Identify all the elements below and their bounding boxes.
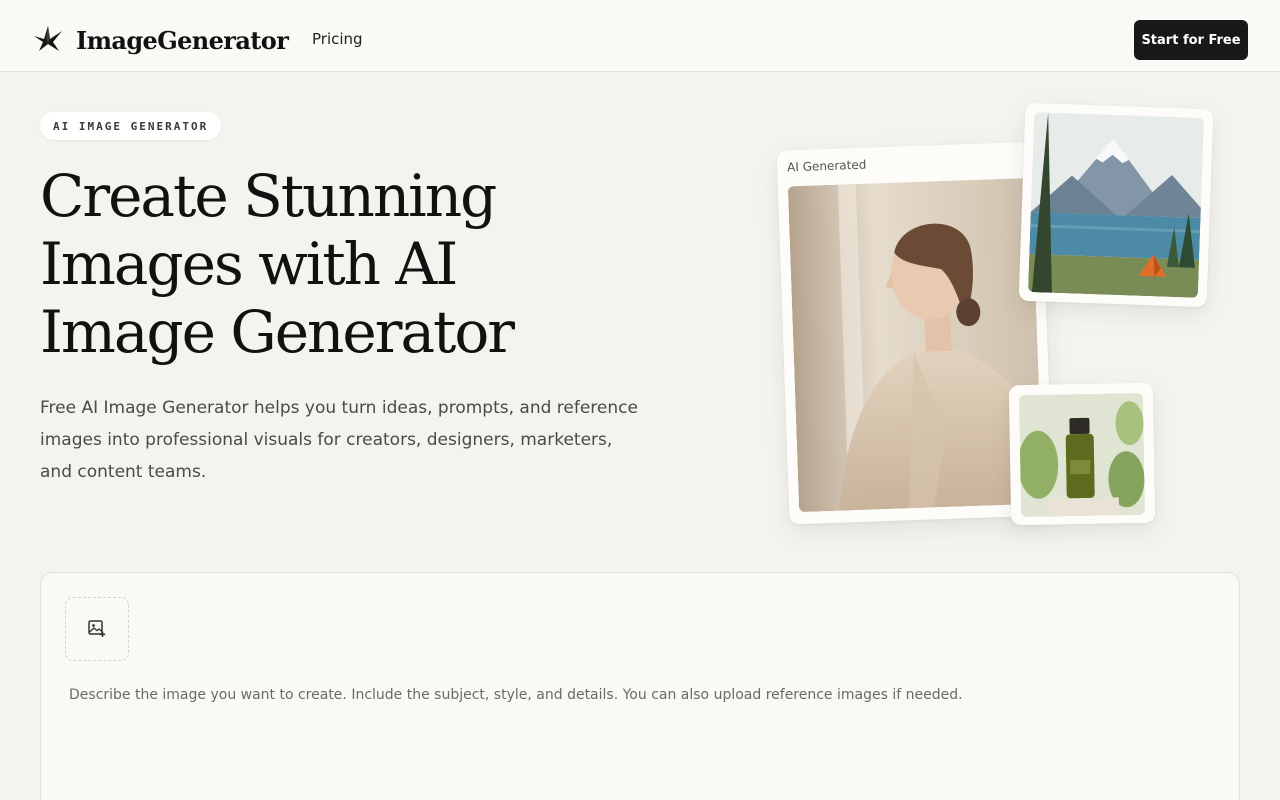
start-for-free-button[interactable]: Start for Free <box>1134 20 1248 60</box>
nav-link-pricing[interactable]: Pricing <box>312 30 363 48</box>
hero-description: Free AI Image Generator helps you turn i… <box>40 398 638 482</box>
prompt-input[interactable] <box>69 687 1209 800</box>
prompt-panel <box>40 572 1240 800</box>
gallery-card-landscape <box>1018 102 1214 308</box>
landscape-image <box>1027 112 1205 298</box>
image-plus-icon <box>87 618 107 641</box>
upload-reference-button[interactable] <box>65 597 129 661</box>
portrait-image <box>787 177 1044 513</box>
gallery-card-product <box>1008 382 1156 526</box>
hero-title: Create Stunning Images with AI Image Gen… <box>40 162 515 366</box>
top-nav-bar: ImageGenerator Pricing Start for Free <box>0 0 1280 72</box>
product-image <box>1018 392 1146 518</box>
brand-name: ImageGenerator <box>76 25 289 55</box>
brand-logo-link[interactable]: ImageGenerator <box>32 22 289 58</box>
gallery-caption: AI Generated <box>786 157 867 175</box>
hero-badge: AI IMAGE GENERATOR <box>40 112 222 140</box>
origami-bird-icon <box>32 22 64 58</box>
